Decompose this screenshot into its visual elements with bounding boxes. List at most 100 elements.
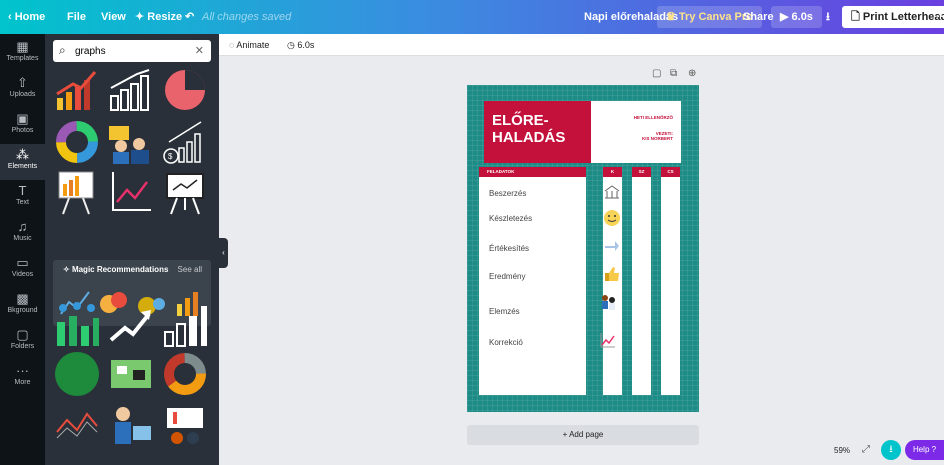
subtitle-text: HETI ELLENŐRZŐ bbox=[633, 115, 673, 120]
rail-templates[interactable]: ▦ Templates bbox=[0, 36, 45, 72]
design-page[interactable]: ELŐRE- HALADÁS HETI ELLENŐRZŐ VEZETI: KI… bbox=[467, 85, 699, 412]
task-item[interactable]: Készletezés bbox=[489, 214, 532, 223]
title-line-2: HALADÁS bbox=[492, 129, 566, 146]
fullscreen-icon[interactable]: ⤢ bbox=[856, 440, 876, 460]
colored-bar-chart-element[interactable] bbox=[53, 300, 101, 348]
rail-music[interactable]: ♫ Music bbox=[0, 216, 45, 252]
column-k-header: K bbox=[603, 167, 622, 177]
timer-icon: ◷ bbox=[287, 40, 298, 50]
column-cs[interactable] bbox=[661, 167, 680, 395]
background-icon: ▩ bbox=[16, 291, 29, 306]
undo-icon[interactable]: ↶ bbox=[185, 0, 194, 34]
clear-search-icon[interactable]: ✕ bbox=[195, 44, 204, 57]
add-page-button[interactable]: + Add page bbox=[467, 425, 699, 445]
magic-icon: ✧ bbox=[63, 265, 72, 274]
businessman-presenting-element[interactable] bbox=[107, 402, 155, 450]
document-icon: 🗋 bbox=[851, 11, 863, 23]
search-box: ⌕ ✕ bbox=[53, 40, 211, 62]
money-growth-element[interactable]: $ bbox=[161, 118, 209, 166]
animate-button[interactable]: ◌ Animate bbox=[229, 34, 269, 56]
column-sz-header: SZ bbox=[632, 167, 651, 177]
svg-text:$: $ bbox=[168, 152, 173, 161]
search-icon: ⌕ bbox=[59, 43, 66, 57]
rail-background[interactable]: ▩ Bkground bbox=[0, 288, 45, 324]
donut-chart-element[interactable] bbox=[53, 118, 101, 166]
team-desk-element[interactable] bbox=[161, 402, 209, 450]
more-options-button[interactable]: ··· bbox=[933, 0, 944, 34]
music-icon: ♫ bbox=[17, 219, 28, 234]
rail-photos[interactable]: ▣ Photos bbox=[0, 108, 45, 144]
rail-more[interactable]: ··· More bbox=[0, 360, 45, 396]
resize-button[interactable]: ✦ Resize bbox=[135, 0, 182, 34]
circuit-board-element[interactable] bbox=[107, 350, 155, 398]
play-icon: ▶ bbox=[780, 11, 792, 23]
task-item[interactable]: Eredmény bbox=[489, 272, 525, 281]
crown-icon: ♛ bbox=[666, 11, 679, 23]
save-status: All changes saved bbox=[202, 11, 292, 23]
duration-button[interactable]: ◷ 6.0s bbox=[287, 34, 314, 56]
column-sz[interactable] bbox=[632, 167, 651, 395]
view-menu[interactable]: View bbox=[101, 0, 126, 34]
rail-elements[interactable]: ⁂ Elements bbox=[0, 144, 45, 180]
file-menu[interactable]: File bbox=[67, 0, 86, 34]
team-meeting-element[interactable] bbox=[107, 118, 155, 166]
uploads-icon: ⇧ bbox=[17, 75, 28, 90]
rail-folders[interactable]: ▢ Folders bbox=[0, 324, 45, 360]
chevron-left-icon: ‹ bbox=[8, 11, 15, 23]
help-button[interactable]: Help ? bbox=[905, 440, 944, 460]
sparkle-icon: ✦ bbox=[135, 11, 148, 23]
see-all-link[interactable]: See all bbox=[178, 265, 202, 274]
download-icon[interactable]: ⭳ bbox=[881, 440, 901, 460]
rail-uploads[interactable]: ⇧ Uploads bbox=[0, 72, 45, 108]
column-cs-header: CS bbox=[661, 167, 680, 177]
print-letterheads-button[interactable]: 🗋 Print Letterheads bbox=[842, 6, 944, 28]
tasks-column[interactable] bbox=[479, 167, 586, 395]
zoom-level[interactable]: 59% bbox=[834, 446, 850, 455]
left-rail: ▦ Templates ⇧ Uploads ▣ Photos ⁂ Elements TT… bbox=[0, 34, 45, 465]
play-button[interactable]: ▶ 6.0s bbox=[771, 6, 822, 28]
pie-chart-element[interactable] bbox=[161, 66, 209, 114]
thumbs-up-icon[interactable] bbox=[603, 265, 621, 283]
canvas-toolbar: ◌ Animate ◷ 6.0s bbox=[219, 34, 944, 56]
collapse-panel-icon[interactable]: ‹ bbox=[219, 238, 228, 268]
task-item[interactable]: Értékesítés bbox=[489, 244, 529, 253]
elements-icon: ⁂ bbox=[16, 147, 29, 162]
text-icon: T bbox=[18, 183, 27, 198]
task-item[interactable]: Beszerzés bbox=[489, 189, 526, 198]
smiley-face-icon[interactable] bbox=[603, 209, 621, 227]
comment-icon[interactable]: ▢ bbox=[652, 68, 661, 79]
segmented-donut-element[interactable] bbox=[161, 350, 209, 398]
videos-icon: ▭ bbox=[16, 255, 29, 270]
rail-text[interactable]: T Text bbox=[0, 180, 45, 216]
photos-icon: ▣ bbox=[16, 111, 29, 126]
line-graph-element[interactable] bbox=[107, 168, 155, 216]
search-input[interactable] bbox=[75, 43, 185, 59]
home-button[interactable]: ‹ Home bbox=[8, 0, 45, 34]
growth-bar-chart-element[interactable] bbox=[53, 66, 101, 114]
subtitle-block[interactable]: HETI ELLENŐRZŐ VEZETI: KIS NORBERT bbox=[591, 101, 681, 163]
trend-arrow-element[interactable] bbox=[107, 300, 155, 348]
more-icon: ··· bbox=[16, 363, 29, 378]
title-block[interactable]: ELŐRE- HALADÁS bbox=[484, 101, 591, 163]
network-graph-element[interactable] bbox=[53, 402, 101, 450]
magic-recommendations-title: ✧ Magic Recommendations bbox=[63, 265, 169, 274]
bank-sketch-icon[interactable] bbox=[603, 183, 621, 201]
rising-bars-element[interactable] bbox=[161, 300, 209, 348]
leader-name: KIS NORBERT bbox=[641, 136, 673, 141]
rail-videos[interactable]: ▭ Videos bbox=[0, 252, 45, 288]
team-people-icon[interactable] bbox=[599, 293, 617, 311]
presentation-board-element[interactable] bbox=[161, 168, 209, 216]
pointing-hand-icon[interactable] bbox=[603, 237, 621, 255]
duplicate-page-icon[interactable]: ⧉ bbox=[670, 68, 677, 79]
task-item[interactable]: Elemzés bbox=[489, 307, 520, 316]
add-page-icon[interactable]: ⊕ bbox=[688, 68, 696, 79]
line-chart-icon[interactable] bbox=[599, 331, 617, 349]
elements-panel: ⌕ ✕ $ ✧ Magic Recommenda bbox=[45, 34, 219, 465]
easel-chart-element[interactable] bbox=[53, 168, 101, 216]
templates-icon: ▦ bbox=[16, 39, 29, 54]
folder-icon: ▢ bbox=[16, 327, 29, 342]
green-circle-element[interactable] bbox=[53, 350, 101, 398]
download-icon[interactable]: ⭳ bbox=[817, 6, 839, 28]
task-item[interactable]: Korrekció bbox=[489, 338, 523, 347]
outline-bar-chart-element[interactable] bbox=[107, 66, 155, 114]
